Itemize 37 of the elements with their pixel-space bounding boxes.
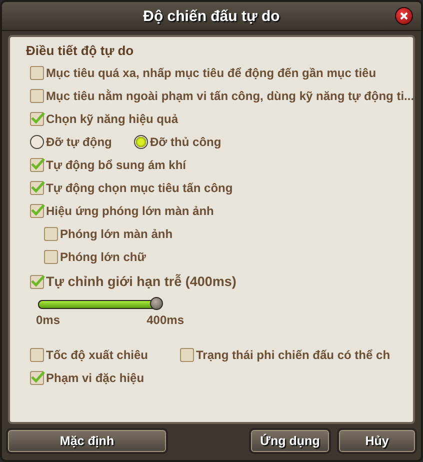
min-label: 0ms: [36, 313, 60, 327]
checkbox[interactable]: [30, 274, 44, 288]
close-button[interactable]: [395, 7, 413, 25]
option-label: Tự chỉnh giới hạn trễ (400ms): [46, 274, 236, 289]
window-title: Độ chiến đấu tự do: [143, 8, 280, 24]
option-label: Đỡ thủ công: [150, 134, 222, 148]
checkbox[interactable]: [180, 348, 194, 362]
option-label: Phóng lớn màn ảnh: [60, 226, 173, 240]
max-label: 400ms: [146, 313, 184, 327]
option-label: Phóng lớn chữ: [60, 250, 146, 264]
dialog-button[interactable]: Ứng dụng: [249, 428, 331, 454]
option-label: Phạm vi đặc hiệu: [46, 370, 144, 384]
option-label: Đỡ tự động: [46, 134, 112, 148]
checkbox[interactable]: [30, 180, 44, 194]
slider-thumb[interactable]: [150, 296, 163, 310]
checkbox[interactable]: [30, 204, 44, 218]
option-label: Tốc độ xuất chiêu: [46, 348, 148, 362]
checkbox[interactable]: [30, 112, 44, 126]
option-label: Tự động bổ sung ám khí: [46, 158, 186, 172]
checkbox[interactable]: [44, 250, 58, 264]
section-heading: Điều tiết độ tự do: [26, 43, 135, 58]
option-label: Chọn kỹ năng hiệu quả: [46, 112, 178, 126]
checkbox[interactable]: [30, 88, 44, 102]
checkbox[interactable]: [30, 158, 44, 172]
option-label: Tự động chọn mục tiêu tấn công: [46, 180, 233, 194]
option-label: Mục tiêu quá xa, nhấp mục tiêu để động đến gần mục tiêu: [46, 66, 376, 80]
option-label: Hiệu ứng phóng lớn màn ảnh: [46, 204, 214, 218]
close-icon: [399, 11, 409, 21]
checkbox[interactable]: [30, 348, 44, 362]
radio-button[interactable]: [30, 134, 44, 148]
checkbox[interactable]: [44, 226, 58, 240]
dialog-button[interactable]: Hủy: [337, 428, 417, 454]
checkbox[interactable]: [30, 66, 44, 80]
checkbox[interactable]: [30, 370, 44, 384]
option-label: Trạng thái phi chiến đấu có thể ch: [196, 348, 390, 362]
radio-button[interactable]: [134, 134, 148, 148]
dialog-button[interactable]: Mặc định: [6, 428, 168, 454]
